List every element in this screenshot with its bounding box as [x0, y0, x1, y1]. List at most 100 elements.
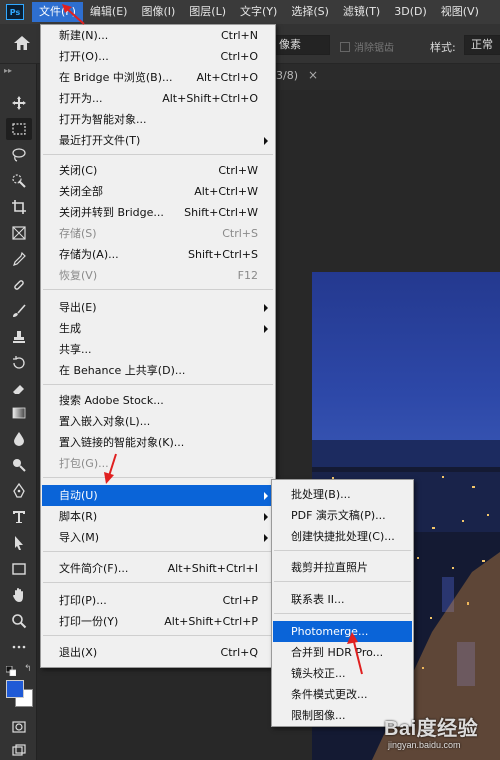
brush-tool-icon[interactable]	[6, 300, 32, 322]
menu-item-open-as[interactable]: 打开为... Alt+Shift+Ctrl+O	[42, 88, 274, 109]
submenu-item-merge-to-hdr-pro[interactable]: 合并到 HDR Pro...	[273, 642, 412, 663]
menu-separator	[43, 154, 273, 155]
menu-item-file-info[interactable]: 文件简介(F)... Alt+Shift+Ctrl+I	[42, 558, 274, 579]
healing-brush-tool-icon[interactable]	[6, 274, 32, 296]
blur-tool-icon[interactable]	[6, 428, 32, 450]
submenu-item-create-droplet[interactable]: 创建快捷批处理(C)...	[273, 526, 412, 547]
menu-separator	[43, 635, 273, 636]
annotation-arrow-icon	[104, 453, 117, 484]
menu-item-print-one-copy[interactable]: 打印一份(Y) Alt+Shift+Ctrl+P	[42, 611, 274, 632]
menu-select[interactable]: 选择(S)	[284, 2, 336, 22]
foreground-color-swatch[interactable]	[6, 680, 24, 698]
menu-item-close-all[interactable]: 关闭全部 Alt+Ctrl+W	[42, 181, 274, 202]
menu-image[interactable]: 图像(I)	[134, 2, 182, 22]
default-colors-icon[interactable]	[6, 666, 16, 676]
marquee-tool-icon[interactable]	[6, 118, 32, 140]
document-tab-label[interactable]: 3/8)	[276, 69, 298, 82]
rectangle-tool-icon[interactable]	[6, 558, 32, 580]
menu-item-print[interactable]: 打印(P)... Ctrl+P	[42, 590, 274, 611]
antialias-label: 消除锯齿	[354, 43, 394, 54]
submenu-item-photomerge[interactable]: Photomerge...	[273, 621, 412, 642]
menu-item-close-and-go-to-bridge[interactable]: 关闭并转到 Bridge... Shift+Ctrl+W	[42, 202, 274, 223]
eraser-tool-icon[interactable]	[6, 378, 32, 400]
antialias-checkbox[interactable]: 消除锯齿	[340, 39, 394, 54]
menu-separator	[43, 384, 273, 385]
path-selection-tool-icon[interactable]	[6, 532, 32, 554]
menu-filter[interactable]: 滤镜(T)	[336, 2, 387, 22]
checkbox-box[interactable]	[340, 41, 350, 52]
unit-select[interactable]: 像素	[272, 35, 330, 55]
move-tool-icon[interactable]	[6, 92, 32, 114]
menu-item-automate[interactable]: 自动(U)	[42, 485, 274, 506]
submenu-item-pdf-presentation[interactable]: PDF 演示文稿(P)...	[273, 505, 412, 526]
menu-layer[interactable]: 图层(L)	[182, 2, 233, 22]
style-label: 样式:	[430, 41, 456, 54]
annotation-arrow-icon	[62, 4, 85, 25]
menu-item-scripts[interactable]: 脚本(R)	[42, 506, 274, 527]
menu-item-place-embedded[interactable]: 置入嵌入对象(L)...	[42, 411, 274, 432]
frame-tool-icon[interactable]	[6, 222, 32, 244]
history-brush-tool-icon[interactable]	[6, 352, 32, 374]
menu-item-new[interactable]: 新建(N)... Ctrl+N	[42, 25, 274, 46]
menu-item-package[interactable]: 打包(G)...	[42, 453, 274, 474]
swap-colors-icon[interactable]: ↰	[24, 664, 32, 674]
menu-item-browse-in-bridge[interactable]: 在 Bridge 中浏览(B)... Alt+Ctrl+O	[42, 67, 274, 88]
menu-item-save[interactable]: 存储(S) Ctrl+S	[42, 223, 274, 244]
menu-separator	[274, 581, 411, 582]
submenu-item-conditional-mode-change[interactable]: 条件模式更改...	[273, 684, 412, 705]
menu-type[interactable]: 文字(Y)	[233, 2, 284, 22]
watermark-url: jingyan.baidu.com	[388, 740, 461, 750]
submenu-arrow-icon	[264, 492, 268, 500]
menu-item-save-as[interactable]: 存储为(A)... Shift+Ctrl+S	[42, 244, 274, 265]
close-tab-icon[interactable]: ×	[308, 68, 318, 82]
gradient-tool-icon[interactable]	[6, 402, 32, 424]
submenu-item-batch[interactable]: 批处理(B)...	[273, 484, 412, 505]
menu-3d[interactable]: 3D(D)	[387, 2, 434, 22]
submenu-arrow-icon	[264, 325, 268, 333]
menu-separator	[43, 551, 273, 552]
menu-item-exit[interactable]: 退出(X) Ctrl+Q	[42, 642, 274, 663]
type-tool-icon[interactable]	[6, 506, 32, 528]
submenu-item-lens-correction[interactable]: 镜头校正...	[273, 663, 412, 684]
menu-item-share-on-behance[interactable]: 在 Behance 上共享(D)...	[42, 360, 274, 381]
menu-item-export[interactable]: 导出(E)	[42, 297, 274, 318]
clone-stamp-tool-icon[interactable]	[6, 326, 32, 348]
menu-item-open-as-smart-object[interactable]: 打开为智能对象...	[42, 109, 274, 130]
menu-item-open-recent[interactable]: 最近打开文件(T)	[42, 130, 274, 151]
hand-tool-icon[interactable]	[6, 584, 32, 606]
dodge-tool-icon[interactable]	[6, 454, 32, 476]
submenu-arrow-icon	[264, 513, 268, 521]
photoshop-logo-icon: Ps	[6, 4, 24, 20]
submenu-item-crop-and-straighten[interactable]: 裁剪并拉直照片	[273, 557, 412, 578]
menu-separator	[43, 477, 273, 478]
menu-edit[interactable]: 编辑(E)	[83, 2, 135, 22]
menu-item-revert[interactable]: 恢复(V) F12	[42, 265, 274, 286]
menu-item-share[interactable]: 共享...	[42, 339, 274, 360]
screen-mode-icon[interactable]	[6, 740, 32, 760]
color-swatches: ↰	[4, 664, 34, 707]
menu-item-close[interactable]: 关闭(C) Ctrl+W	[42, 160, 274, 181]
menu-item-generate[interactable]: 生成	[42, 318, 274, 339]
menu-separator	[43, 582, 273, 583]
menu-separator	[43, 289, 273, 290]
automate-submenu: 批处理(B)... PDF 演示文稿(P)... 创建快捷批处理(C)... 裁…	[271, 479, 414, 727]
home-icon[interactable]	[14, 36, 30, 50]
submenu-item-contact-sheet[interactable]: 联系表 II...	[273, 589, 412, 610]
file-menu-dropdown: 新建(N)... Ctrl+N 打开(O)... Ctrl+O 在 Bridge 中…	[40, 24, 276, 668]
menu-item-import[interactable]: 导入(M)	[42, 527, 274, 548]
zoom-tool-icon[interactable]	[6, 610, 32, 632]
pen-tool-icon[interactable]	[6, 480, 32, 502]
menu-view[interactable]: 视图(V)	[434, 2, 486, 22]
style-select[interactable]: 正常	[464, 35, 500, 55]
menu-item-search-adobe-stock[interactable]: 搜索 Adobe Stock...	[42, 390, 274, 411]
menu-item-place-linked[interactable]: 置入链接的智能对象(K)...	[42, 432, 274, 453]
more-tools-icon[interactable]	[6, 636, 32, 658]
eyedropper-tool-icon[interactable]	[6, 248, 32, 270]
quick-mask-icon[interactable]	[6, 716, 32, 738]
submenu-arrow-icon	[264, 304, 268, 312]
quick-selection-tool-icon[interactable]	[6, 170, 32, 192]
menu-item-open[interactable]: 打开(O)... Ctrl+O	[42, 46, 274, 67]
lasso-tool-icon[interactable]	[6, 144, 32, 166]
collapse-panel-icon[interactable]: ▸▸	[4, 66, 12, 75]
crop-tool-icon[interactable]	[6, 196, 32, 218]
